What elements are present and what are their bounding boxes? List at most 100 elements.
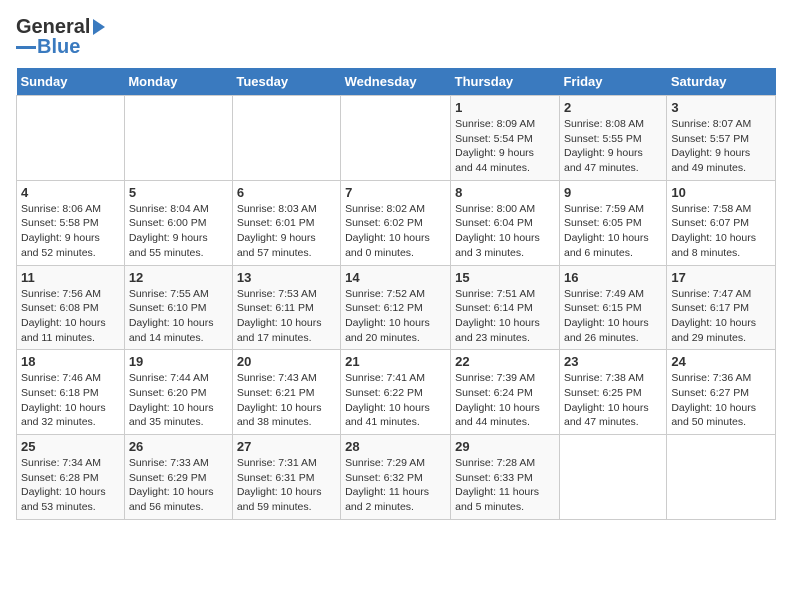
day-info: Sunrise: 7:38 AM Sunset: 6:25 PM Dayligh… xyxy=(564,371,662,430)
calendar-cell: 29Sunrise: 7:28 AM Sunset: 6:33 PM Dayli… xyxy=(451,435,560,520)
calendar-cell: 27 Sunrise: 7:31 AM Sunset: 6:31 PM Dayli… xyxy=(232,435,340,520)
day-number: 1 xyxy=(455,100,555,115)
day-info: Sunrise: 7:56 AM Sunset: 6:08 PM Dayligh… xyxy=(21,287,120,346)
header-friday: Friday xyxy=(559,68,666,96)
day-info: Sunrise: 7:49 AM Sunset: 6:15 PM Dayligh… xyxy=(564,287,662,346)
day-number: 2 xyxy=(564,100,662,115)
day-number: 25 xyxy=(21,439,120,454)
header-sunday: Sunday xyxy=(17,68,125,96)
calendar-cell: 19 Sunrise: 7:44 AM Sunset: 6:20 PM Dayli… xyxy=(124,350,232,435)
day-info: Sunrise: 7:39 AM Sunset: 6:24 PM Dayligh… xyxy=(455,371,555,430)
day-number: 7 xyxy=(345,185,446,200)
calendar-cell: 8 Sunrise: 8:00 AM Sunset: 6:04 PM Daylig… xyxy=(451,180,560,265)
day-info: Sunrise: 8:00 AM Sunset: 6:04 PM Dayligh… xyxy=(455,202,555,261)
day-info: Sunrise: 7:31 AM Sunset: 6:31 PM Dayligh… xyxy=(237,456,336,515)
calendar-cell: 10 Sunrise: 7:58 AM Sunset: 6:07 PM Dayli… xyxy=(667,180,776,265)
day-info: Sunrise: 8:02 AM Sunset: 6:02 PM Dayligh… xyxy=(345,202,446,261)
calendar-cell: 15 Sunrise: 7:51 AM Sunset: 6:14 PM Dayli… xyxy=(451,265,560,350)
day-info: Sunrise: 7:47 AM Sunset: 6:17 PM Dayligh… xyxy=(671,287,771,346)
logo-container: General Blue xyxy=(16,16,105,58)
day-number: 5 xyxy=(129,185,228,200)
calendar-cell: 23 Sunrise: 7:38 AM Sunset: 6:25 PM Dayli… xyxy=(559,350,666,435)
day-number: 17 xyxy=(671,270,771,285)
day-number: 6 xyxy=(237,185,336,200)
logo-arrow-icon xyxy=(93,19,105,35)
day-number: 8 xyxy=(455,185,555,200)
day-info: Sunrise: 7:46 AM Sunset: 6:18 PM Dayligh… xyxy=(21,371,120,430)
week-row-0: 1 Sunrise: 8:09 AM Sunset: 5:54 PM Daylig… xyxy=(17,96,776,181)
header-wednesday: Wednesday xyxy=(341,68,451,96)
day-info: Sunrise: 7:53 AM Sunset: 6:11 PM Dayligh… xyxy=(237,287,336,346)
day-number: 19 xyxy=(129,354,228,369)
day-number: 20 xyxy=(237,354,336,369)
day-info: Sunrise: 7:44 AM Sunset: 6:20 PM Dayligh… xyxy=(129,371,228,430)
calendar-header-row: SundayMondayTuesdayWednesdayThursdayFrid… xyxy=(17,68,776,96)
day-number: 27 xyxy=(237,439,336,454)
calendar-cell: 4 Sunrise: 8:06 AM Sunset: 5:58 PM Daylig… xyxy=(17,180,125,265)
header-thursday: Thursday xyxy=(451,68,560,96)
day-number: 13 xyxy=(237,270,336,285)
header-monday: Monday xyxy=(124,68,232,96)
day-info: Sunrise: 7:29 AM Sunset: 6:32 PM Dayligh… xyxy=(345,456,446,515)
day-info: Sunrise: 7:51 AM Sunset: 6:14 PM Dayligh… xyxy=(455,287,555,346)
day-number: 28 xyxy=(345,439,446,454)
calendar-cell: 22 Sunrise: 7:39 AM Sunset: 6:24 PM Dayli… xyxy=(451,350,560,435)
calendar-table: SundayMondayTuesdayWednesdayThursdayFrid… xyxy=(16,68,776,520)
day-number: 24 xyxy=(671,354,771,369)
calendar-cell: 12 Sunrise: 7:55 AM Sunset: 6:10 PM Dayli… xyxy=(124,265,232,350)
week-row-3: 18 Sunrise: 7:46 AM Sunset: 6:18 PM Dayli… xyxy=(17,350,776,435)
day-info: Sunrise: 7:36 AM Sunset: 6:27 PM Dayligh… xyxy=(671,371,771,430)
calendar-cell: 13 Sunrise: 7:53 AM Sunset: 6:11 PM Dayli… xyxy=(232,265,340,350)
calendar-cell: 1 Sunrise: 8:09 AM Sunset: 5:54 PM Daylig… xyxy=(451,96,560,181)
day-number: 22 xyxy=(455,354,555,369)
day-info: Sunrise: 7:59 AM Sunset: 6:05 PM Dayligh… xyxy=(564,202,662,261)
calendar-cell xyxy=(341,96,451,181)
calendar-cell: 21 Sunrise: 7:41 AM Sunset: 6:22 PM Dayli… xyxy=(341,350,451,435)
calendar-cell xyxy=(667,435,776,520)
day-info: Sunrise: 7:33 AM Sunset: 6:29 PM Dayligh… xyxy=(129,456,228,515)
day-number: 21 xyxy=(345,354,446,369)
day-number: 18 xyxy=(21,354,120,369)
day-info: Sunrise: 8:04 AM Sunset: 6:00 PM Dayligh… xyxy=(129,202,228,261)
calendar-cell: 7 Sunrise: 8:02 AM Sunset: 6:02 PM Daylig… xyxy=(341,180,451,265)
day-number: 3 xyxy=(671,100,771,115)
calendar-cell: 11Sunrise: 7:56 AM Sunset: 6:08 PM Dayli… xyxy=(17,265,125,350)
calendar-cell: 25 Sunrise: 7:34 AM Sunset: 6:28 PM Dayli… xyxy=(17,435,125,520)
logo-line xyxy=(16,46,36,49)
day-number: 12 xyxy=(129,270,228,285)
calendar-cell: 9 Sunrise: 7:59 AM Sunset: 6:05 PM Daylig… xyxy=(559,180,666,265)
day-info: Sunrise: 8:09 AM Sunset: 5:54 PM Dayligh… xyxy=(455,117,555,176)
day-info: Sunrise: 8:07 AM Sunset: 5:57 PM Dayligh… xyxy=(671,117,771,176)
day-number: 4 xyxy=(21,185,120,200)
day-number: 9 xyxy=(564,185,662,200)
header-saturday: Saturday xyxy=(667,68,776,96)
header-tuesday: Tuesday xyxy=(232,68,340,96)
page-header: General Blue xyxy=(16,16,776,58)
day-info: Sunrise: 7:28 AM Sunset: 6:33 PM Dayligh… xyxy=(455,456,555,515)
day-info: Sunrise: 7:34 AM Sunset: 6:28 PM Dayligh… xyxy=(21,456,120,515)
week-row-1: 4 Sunrise: 8:06 AM Sunset: 5:58 PM Daylig… xyxy=(17,180,776,265)
calendar-cell: 2Sunrise: 8:08 AM Sunset: 5:55 PM Daylig… xyxy=(559,96,666,181)
day-info: Sunrise: 7:52 AM Sunset: 6:12 PM Dayligh… xyxy=(345,287,446,346)
day-info: Sunrise: 8:03 AM Sunset: 6:01 PM Dayligh… xyxy=(237,202,336,261)
day-info: Sunrise: 8:06 AM Sunset: 5:58 PM Dayligh… xyxy=(21,202,120,261)
week-row-4: 25 Sunrise: 7:34 AM Sunset: 6:28 PM Dayli… xyxy=(17,435,776,520)
logo-blue: Blue xyxy=(37,36,80,58)
calendar-cell xyxy=(124,96,232,181)
day-number: 23 xyxy=(564,354,662,369)
day-number: 10 xyxy=(671,185,771,200)
day-info: Sunrise: 7:41 AM Sunset: 6:22 PM Dayligh… xyxy=(345,371,446,430)
day-info: Sunrise: 7:58 AM Sunset: 6:07 PM Dayligh… xyxy=(671,202,771,261)
day-number: 26 xyxy=(129,439,228,454)
calendar-cell: 24 Sunrise: 7:36 AM Sunset: 6:27 PM Dayli… xyxy=(667,350,776,435)
calendar-cell xyxy=(17,96,125,181)
day-number: 15 xyxy=(455,270,555,285)
logo-general: General xyxy=(16,16,90,38)
calendar-cell: 16 Sunrise: 7:49 AM Sunset: 6:15 PM Dayli… xyxy=(559,265,666,350)
day-number: 16 xyxy=(564,270,662,285)
day-number: 14 xyxy=(345,270,446,285)
day-info: Sunrise: 7:55 AM Sunset: 6:10 PM Dayligh… xyxy=(129,287,228,346)
calendar-cell: 28 Sunrise: 7:29 AM Sunset: 6:32 PM Dayli… xyxy=(341,435,451,520)
calendar-cell: 5 Sunrise: 8:04 AM Sunset: 6:00 PM Daylig… xyxy=(124,180,232,265)
day-info: Sunrise: 7:43 AM Sunset: 6:21 PM Dayligh… xyxy=(237,371,336,430)
